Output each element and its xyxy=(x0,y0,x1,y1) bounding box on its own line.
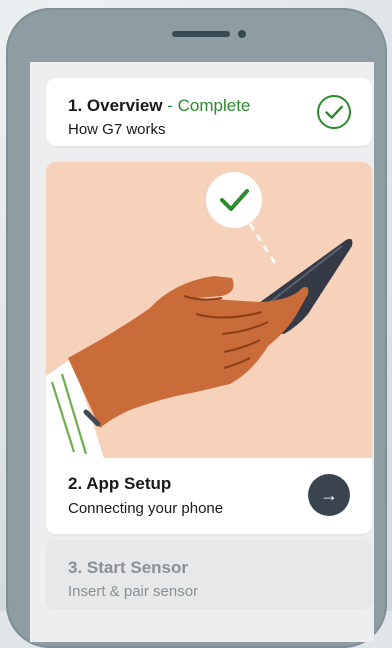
hand-holding-phone-illustration xyxy=(46,162,372,458)
step-card-start-sensor: 3. Start Sensor Insert & pair sensor xyxy=(46,540,372,608)
step-card-overview[interactable]: 1. Overview - Complete How G7 works xyxy=(46,78,372,146)
phone-frame: 1. Overview - Complete How G7 works xyxy=(6,8,387,648)
arrow-right-icon: → xyxy=(320,485,338,506)
check-circle-icon xyxy=(316,94,352,130)
step-title-line: 2. App Setup xyxy=(68,474,171,494)
status-separator: - xyxy=(163,96,178,115)
step-status: Complete xyxy=(178,96,251,115)
step-title-line: 3. Start Sensor xyxy=(68,558,188,578)
phone-screen: 1. Overview - Complete How G7 works xyxy=(30,62,374,642)
step-title: 3. Start Sensor xyxy=(68,558,188,577)
phone-speaker xyxy=(172,31,230,37)
step-title-line: 1. Overview - Complete xyxy=(68,96,250,116)
step-subtitle: Connecting your phone xyxy=(68,500,223,517)
step-title: 1. Overview xyxy=(68,96,163,115)
step-card-app-setup[interactable]: 2. App Setup Connecting your phone → xyxy=(46,162,372,534)
next-step-button[interactable]: → xyxy=(308,474,350,516)
step-subtitle: How G7 works xyxy=(68,121,166,138)
phone-camera xyxy=(238,30,246,38)
step-title: 2. App Setup xyxy=(68,474,171,493)
step-subtitle: Insert & pair sensor xyxy=(68,583,198,600)
